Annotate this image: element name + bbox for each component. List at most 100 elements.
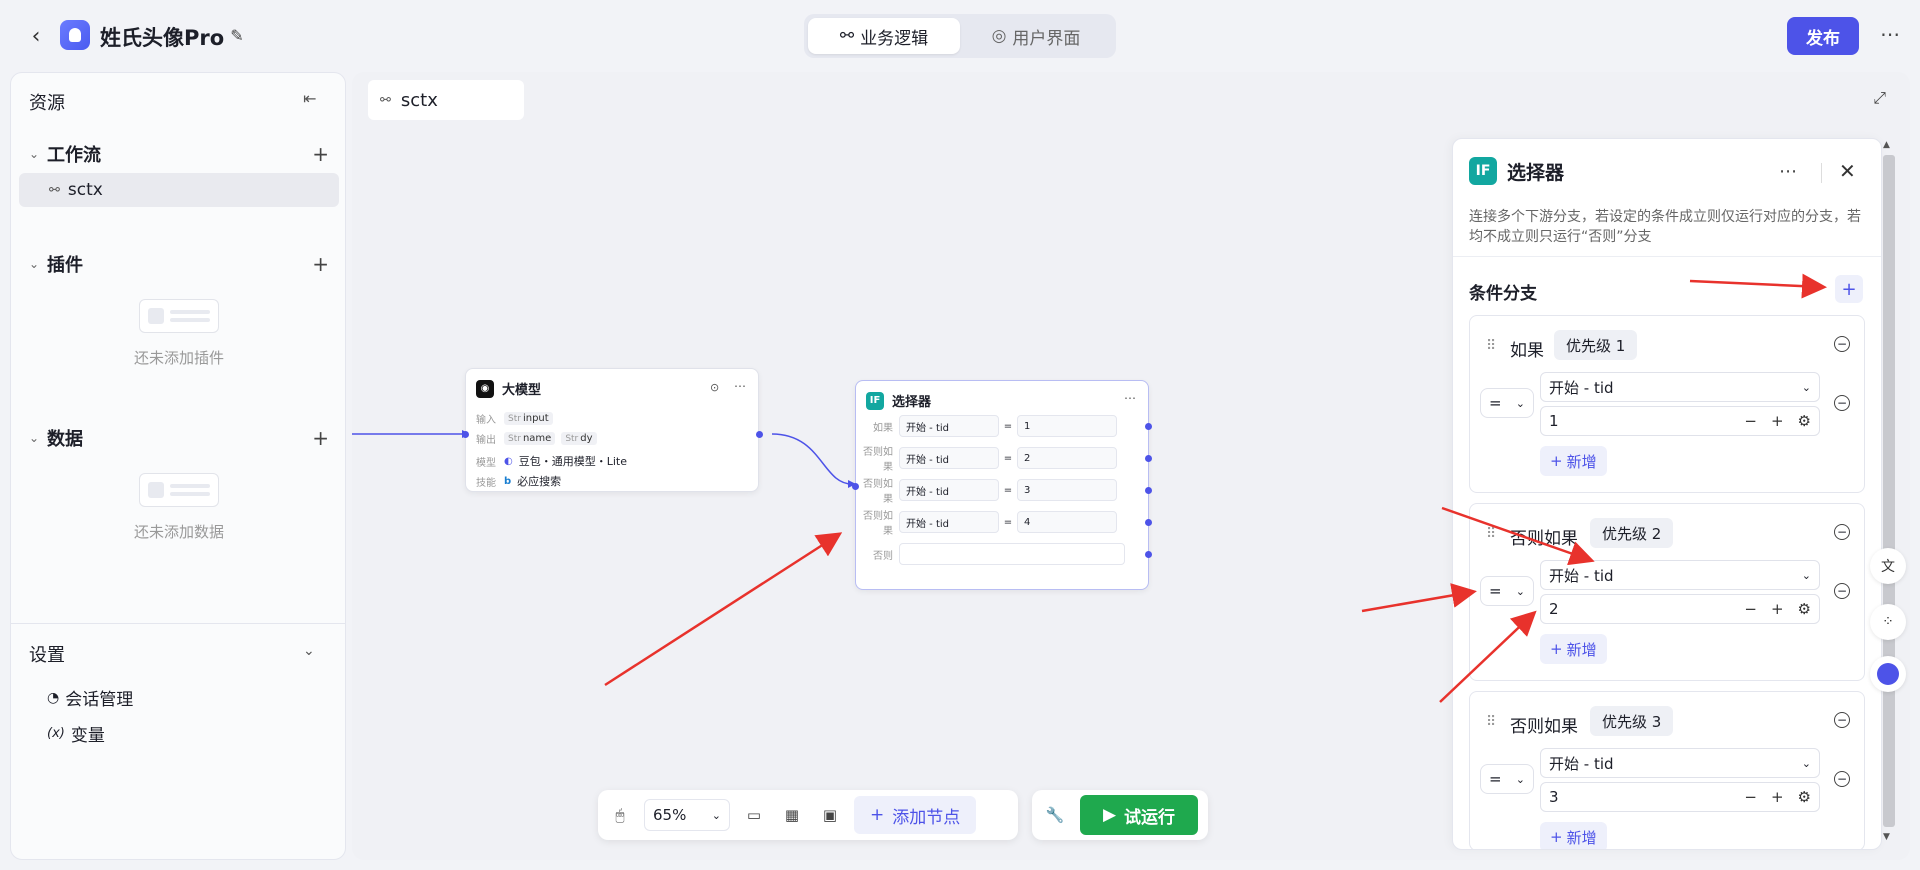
test-run-button[interactable]: ▶ 试运行 — [1080, 795, 1198, 835]
setting-session-management[interactable]: ◔ 会话管理 — [47, 685, 134, 711]
add-plugin-icon[interactable]: + — [312, 252, 329, 276]
minus-icon[interactable]: − — [1744, 788, 1757, 806]
add-condition-button[interactable]: + 新增 — [1540, 634, 1607, 664]
setting-variables[interactable]: (x) 变量 — [47, 721, 105, 746]
remove-condition-icon[interactable]: − — [1834, 583, 1850, 599]
zoom-select[interactable]: 65% ⌄ — [644, 799, 730, 831]
operator-select[interactable]: = ⌄ — [1480, 764, 1534, 794]
condition-value: 1 — [1017, 415, 1117, 437]
gear-icon[interactable]: ⚙ — [1798, 788, 1811, 806]
sidebar-item-sctx[interactable]: ⚯ sctx — [19, 173, 339, 207]
add-workflow-icon[interactable]: + — [312, 142, 329, 166]
output-port[interactable] — [756, 431, 763, 438]
assistant-icon[interactable] — [1870, 656, 1906, 692]
input-port[interactable] — [852, 483, 859, 490]
setting-label: 会话管理 — [65, 690, 134, 710]
operator-select[interactable]: = ⌄ — [1480, 576, 1534, 606]
chevron-down-icon[interactable]: ⌄ — [303, 643, 315, 659]
remove-condition-icon[interactable]: − — [1834, 771, 1850, 787]
node-more-icon[interactable]: ⋯ — [1124, 391, 1136, 405]
row-label: 技能 — [476, 477, 496, 489]
value-input[interactable]: 1 − + ⚙ — [1540, 406, 1820, 436]
section-workflow[interactable]: ⌄ 工作流 + — [29, 141, 329, 167]
target-icon[interactable]: ⊙ — [710, 381, 719, 394]
variable-select[interactable]: 开始 - tid ⌄ — [1540, 560, 1820, 590]
comment-icon[interactable]: ▭ — [740, 801, 768, 829]
condition-op: = — [1003, 516, 1013, 528]
layout-icon[interactable]: ▦ — [778, 801, 806, 829]
branch-output-port[interactable] — [1145, 455, 1152, 462]
edit-icon[interactable]: ✎ — [226, 24, 248, 46]
plus-icon[interactable]: + — [1771, 412, 1784, 430]
add-branch-button[interactable]: + — [1835, 275, 1863, 303]
apps-icon[interactable]: ⁘ — [1870, 604, 1906, 640]
remove-condition-icon[interactable]: − — [1834, 395, 1850, 411]
minimap-icon[interactable]: ▣ — [816, 801, 844, 829]
gear-icon[interactable]: ⚙ — [1798, 600, 1811, 618]
branch-output-port[interactable] — [1145, 519, 1152, 526]
drag-handle-icon[interactable]: ⠿ — [1486, 338, 1496, 354]
condition-value: 3 — [1017, 479, 1117, 501]
run-toolbar: 🔧 ▶ 试运行 — [1032, 790, 1208, 840]
section-data[interactable]: ⌄ 数据 + — [29, 425, 329, 451]
minus-icon[interactable]: − — [1744, 600, 1757, 618]
operator-select[interactable]: = ⌄ — [1480, 388, 1534, 418]
mouse-icon[interactable]: 🖱 — [606, 801, 634, 829]
remove-branch-icon[interactable]: − — [1834, 712, 1850, 728]
divider — [11, 623, 345, 624]
panel-scrollbar[interactable] — [1883, 155, 1895, 827]
tab-user-interface[interactable]: ◎ 用户界面 — [960, 18, 1112, 54]
more-icon[interactable]: ⋯ — [1876, 20, 1904, 48]
close-icon[interactable]: ✕ — [1839, 159, 1856, 183]
minus-icon[interactable]: − — [1744, 412, 1757, 430]
condition-label: 否则如果 — [863, 447, 893, 473]
drag-handle-icon[interactable]: ⠿ — [1486, 526, 1496, 542]
branch-output-port[interactable] — [1145, 551, 1152, 558]
remove-branch-icon[interactable]: − — [1834, 336, 1850, 352]
input-port[interactable] — [462, 431, 469, 438]
condition-field: 开始 - tid — [899, 415, 999, 437]
condition-value: 4 — [1017, 511, 1117, 533]
scroll-up-icon[interactable]: ▲ — [1883, 140, 1890, 150]
row-label: 模型 — [476, 457, 496, 469]
gear-icon[interactable]: ⚙ — [1798, 412, 1811, 430]
empty-placeholder-icon — [139, 299, 219, 333]
wrench-icon[interactable]: 🔧 — [1038, 798, 1072, 832]
panel-more-icon[interactable]: ⋯ — [1779, 161, 1797, 182]
scroll-down-icon[interactable]: ▼ — [1883, 832, 1890, 842]
llm-node[interactable]: ◉ 大模型 ⊙ ⋯ 输入 Str input 输出 Str name Str dy 模… — [462, 368, 763, 492]
node-more-icon[interactable]: ⋯ — [734, 379, 746, 393]
translate-icon[interactable]: 文 — [1870, 548, 1906, 584]
publish-button[interactable]: 发布 — [1787, 17, 1859, 55]
add-condition-button[interactable]: + 新增 — [1540, 822, 1607, 849]
add-node-button[interactable]: + 添加节点 — [854, 796, 977, 834]
add-data-icon[interactable]: + — [312, 426, 329, 450]
branch-title: 否则如果 — [1510, 717, 1578, 737]
settings-title: 设置 — [29, 645, 65, 666]
row-label: 输出 — [476, 435, 496, 446]
chevron-down-icon: ⌄ — [29, 431, 40, 445]
variable-select[interactable]: 开始 - tid ⌄ — [1540, 372, 1820, 402]
chevron-down-icon: ⌄ — [29, 257, 40, 271]
drag-handle-icon[interactable]: ⠿ — [1486, 714, 1496, 730]
plus-icon[interactable]: + — [1771, 600, 1784, 618]
resource-title: 资源 — [29, 93, 65, 114]
tab-business-logic[interactable]: ⚯ 业务逻辑 — [808, 18, 960, 54]
back-arrow-icon[interactable]: ‹ — [24, 24, 48, 49]
value-input[interactable]: 2 − + ⚙ — [1540, 594, 1820, 624]
if-icon: IF — [866, 391, 884, 410]
add-condition-button[interactable]: + 新增 — [1540, 446, 1607, 476]
plus-icon: + — [1550, 452, 1563, 470]
branch-output-port[interactable] — [1145, 487, 1152, 494]
collapse-panel-icon[interactable]: ⇤ — [303, 89, 316, 108]
variable-select[interactable]: 开始 - tid ⌄ — [1540, 748, 1820, 778]
plus-icon: + — [1550, 640, 1563, 658]
type-tag: Str — [565, 434, 579, 444]
plus-icon[interactable]: + — [1771, 788, 1784, 806]
priority-badge: 优先级 3 — [1590, 706, 1674, 736]
branch-output-port[interactable] — [1145, 423, 1152, 430]
section-plugins[interactable]: ⌄ 插件 + — [29, 251, 329, 277]
value-input[interactable]: 3 − + ⚙ — [1540, 782, 1820, 812]
chevron-down-icon: ⌄ — [1515, 584, 1525, 598]
remove-branch-icon[interactable]: − — [1834, 524, 1850, 540]
